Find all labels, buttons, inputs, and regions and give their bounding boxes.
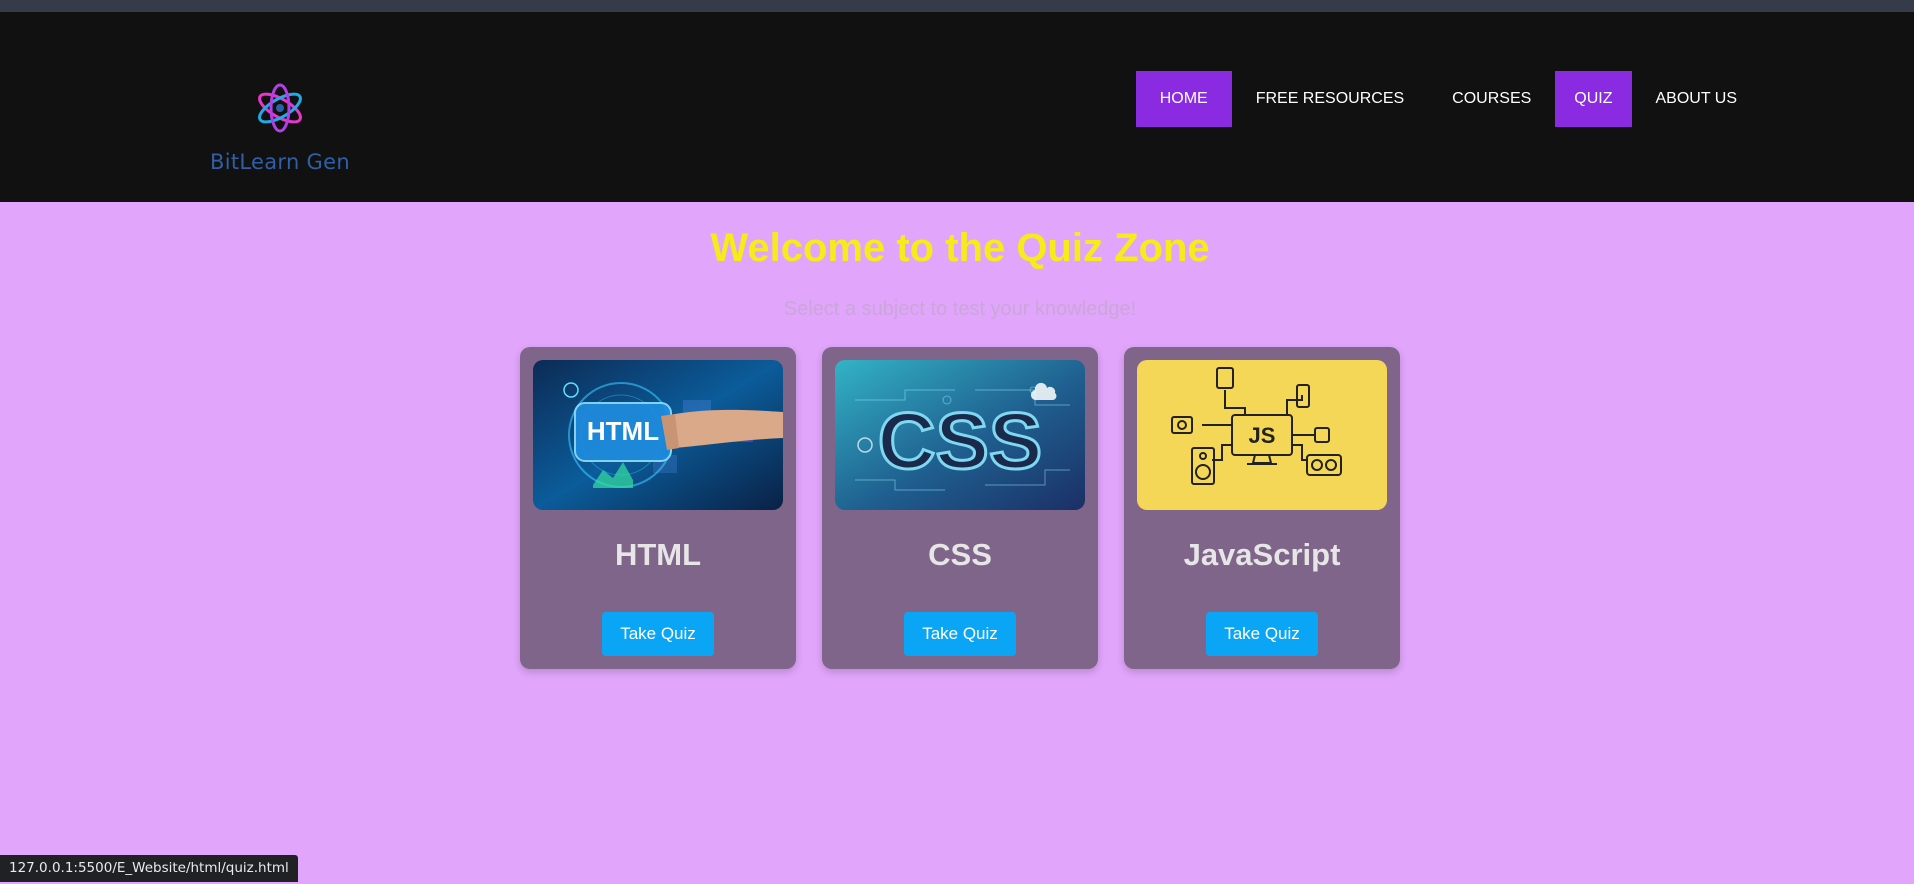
card-title-css: CSS: [928, 537, 992, 572]
browser-top-strip: [0, 0, 1914, 12]
brand-name: BitLearn Gen: [210, 150, 350, 174]
nav-about-us[interactable]: ABOUT US: [1632, 71, 1762, 127]
atom-logo-icon: [258, 83, 302, 133]
site-header: BitLearn Gen HOME FREE RESOURCES COURSES…: [0, 12, 1914, 202]
take-quiz-javascript-button[interactable]: Take Quiz: [1206, 612, 1318, 656]
take-quiz-html-button[interactable]: Take Quiz: [602, 612, 714, 656]
html-thumbnail: HTML: [533, 360, 783, 510]
html-thumbnail-label: HTML: [587, 416, 659, 446]
brand-logo[interactable]: BitLearn Gen: [208, 80, 354, 180]
quiz-card-javascript: JS JavaScript Take Quiz: [1124, 347, 1400, 669]
nav-courses[interactable]: COURSES: [1428, 71, 1555, 127]
javascript-thumbnail: JS: [1137, 360, 1387, 510]
take-quiz-css-button[interactable]: Take Quiz: [904, 612, 1016, 656]
card-title-javascript: JavaScript: [1183, 537, 1341, 572]
nav-home[interactable]: HOME: [1135, 71, 1232, 127]
nav-quiz[interactable]: QUIZ: [1555, 71, 1632, 127]
status-bar-url: 127.0.0.1:5500/E_Website/html/quiz.html: [0, 855, 298, 882]
css-thumbnail: CSS: [835, 360, 1085, 510]
main-nav: HOME FREE RESOURCES COURSES QUIZ ABOUT U…: [1135, 71, 1762, 127]
quiz-card-css: CSS CSS Take Quiz: [822, 347, 1098, 669]
page-title: Welcome to the Quiz Zone: [710, 226, 1210, 270]
nav-free-resources[interactable]: FREE RESOURCES: [1232, 71, 1428, 127]
quiz-card-html: HTML HTML Take Quiz: [520, 347, 796, 669]
javascript-thumbnail-label: JS: [1249, 423, 1276, 448]
page-subtitle: Select a subject to test your knowledge!: [783, 298, 1137, 320]
card-title-html: HTML: [614, 537, 702, 572]
quiz-cards: HTML HTML Take Quiz CSS CSS Take Quiz JS…: [520, 347, 1400, 669]
css-thumbnail-label: CSS: [878, 396, 1043, 485]
